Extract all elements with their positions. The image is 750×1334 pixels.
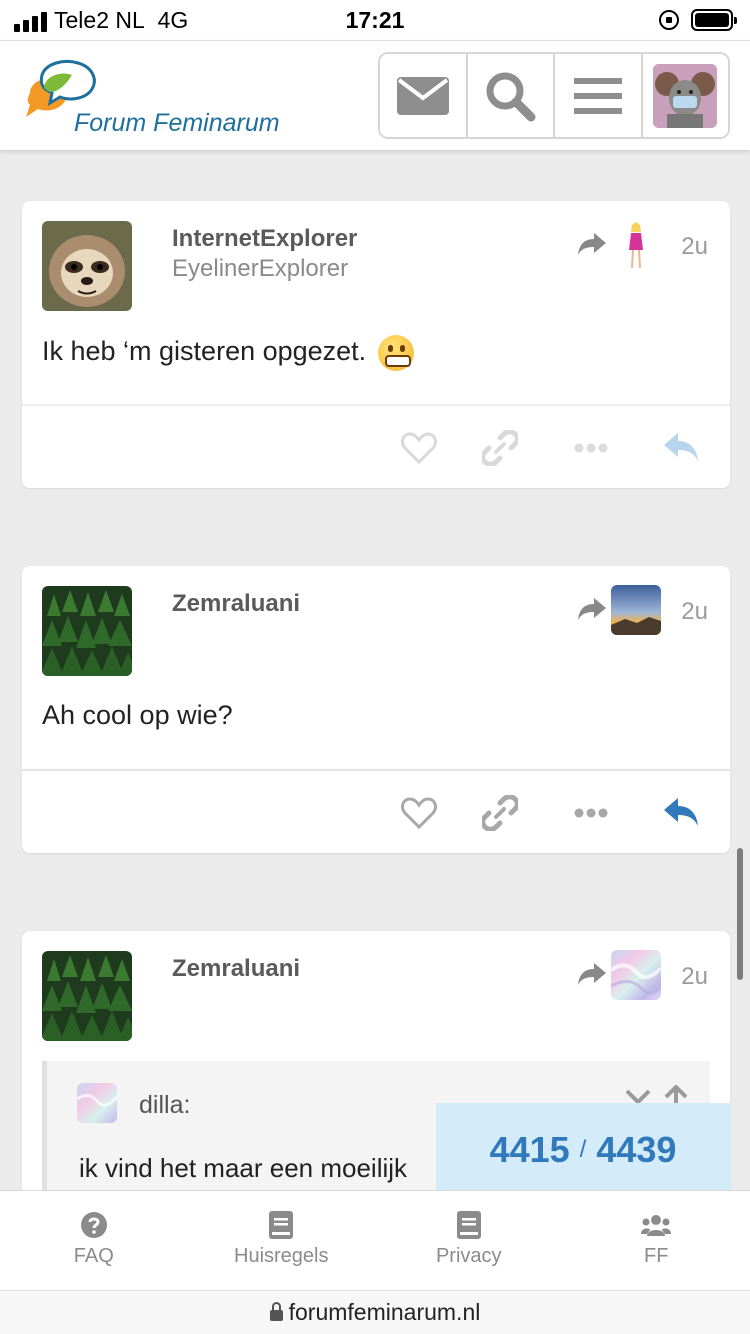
hamburger-menu-icon [573, 77, 622, 114]
post-time[interactable]: 2u [681, 233, 708, 261]
battery-icon [691, 9, 737, 31]
reply-to-arrow-icon [578, 233, 606, 255]
ellipsis-icon [574, 808, 608, 818]
timeline-separator: / [579, 1136, 587, 1163]
share-link-button[interactable] [480, 430, 520, 466]
book-icon [269, 1211, 294, 1239]
reply-to-avatar[interactable] [611, 220, 661, 270]
nav-label: FF [644, 1245, 669, 1267]
share-link-button[interactable] [480, 795, 520, 831]
reply-icon [664, 798, 698, 826]
rotation-lock-icon [659, 10, 679, 30]
heart-icon [401, 432, 437, 464]
timeline-current: 4415 [489, 1129, 570, 1170]
clock: 17:21 [345, 7, 405, 33]
post-time[interactable]: 2u [681, 598, 708, 626]
reply-button[interactable] [662, 430, 702, 466]
link-icon [482, 430, 518, 466]
post-username[interactable]: Zemraluani [172, 955, 300, 983]
question-circle-icon [80, 1212, 107, 1238]
post-username[interactable]: Zemraluani [172, 590, 300, 618]
footer-nav: FAQ Huisregels Privacy FF [0, 1190, 750, 1290]
post-time[interactable]: 2u [681, 963, 708, 991]
status-bar: Tele2 NL 4G 17:21 [0, 0, 750, 40]
envelope-icon [396, 76, 449, 115]
post-user-title: EyelinerExplorer [172, 255, 349, 282]
reply-to-arrow-icon [578, 598, 606, 620]
book-icon [456, 1211, 481, 1239]
browser-url-bar[interactable]: forumfeminarum.nl [0, 1290, 750, 1334]
post-avatar[interactable] [42, 221, 132, 311]
link-icon [482, 795, 518, 831]
url-text: forumfeminarum.nl [288, 1299, 481, 1325]
quote-author[interactable]: dilla: [139, 1091, 190, 1120]
quote-text: ik vind het maar een moeilijk [79, 1153, 408, 1183]
site-logo[interactable]: Forum Feminarum [20, 57, 290, 137]
nav-privacy[interactable]: Privacy [375, 1191, 563, 1290]
header-button-group [378, 52, 730, 139]
more-options-button[interactable] [571, 430, 611, 466]
nav-label: Huisregels [234, 1245, 329, 1267]
scrollbar[interactable] [737, 848, 743, 980]
more-options-button[interactable] [571, 795, 611, 831]
reply-to-avatar[interactable] [611, 585, 661, 635]
reply-to-arrow-icon [578, 963, 606, 985]
reply-icon [664, 433, 698, 461]
like-button[interactable] [399, 795, 439, 831]
users-icon [641, 1215, 672, 1236]
post: Zemraluani 2u Ah cool op wie? [22, 566, 730, 853]
post-avatar[interactable] [42, 951, 132, 1041]
post-body: Ah cool op wie? [42, 700, 233, 730]
logo-text: Forum Feminarum [74, 109, 280, 137]
timeline-position-button[interactable]: 4415 / 4439 [436, 1103, 730, 1197]
messages-button[interactable] [380, 54, 468, 137]
heart-icon [401, 797, 437, 829]
post-body: Ik heb ‘m gisteren opgezet. [42, 335, 414, 371]
grimacing-face-emoji-icon [377, 335, 414, 371]
site-header: Forum Feminarum [0, 40, 750, 150]
nav-faq[interactable]: FAQ [0, 1191, 188, 1290]
reply-button[interactable] [662, 795, 702, 831]
post: InternetExplorer EyelinerExplorer 2u Ik … [22, 201, 730, 488]
post-actions [22, 404, 730, 488]
nav-label: FAQ [73, 1245, 114, 1267]
lock-icon [269, 1302, 283, 1321]
user-avatar [653, 63, 718, 128]
user-menu-button[interactable] [642, 54, 728, 137]
nav-label: Privacy [435, 1245, 502, 1267]
reply-to-avatar[interactable] [611, 950, 661, 1000]
timeline-total: 4439 [596, 1129, 677, 1170]
post-username[interactable]: InternetExplorer [172, 225, 357, 253]
ellipsis-icon [574, 443, 608, 453]
post-avatar[interactable] [42, 586, 132, 676]
quote-avatar[interactable] [77, 1083, 117, 1123]
post-actions [22, 769, 730, 853]
nav-ff[interactable]: FF [563, 1191, 750, 1290]
nav-huisregels[interactable]: Huisregels [188, 1191, 376, 1290]
search-icon [486, 72, 536, 121]
post-text: Ik heb ‘m gisteren opgezet. [42, 336, 367, 367]
menu-button[interactable] [555, 54, 643, 137]
search-button[interactable] [467, 54, 555, 137]
like-button[interactable] [399, 430, 439, 466]
